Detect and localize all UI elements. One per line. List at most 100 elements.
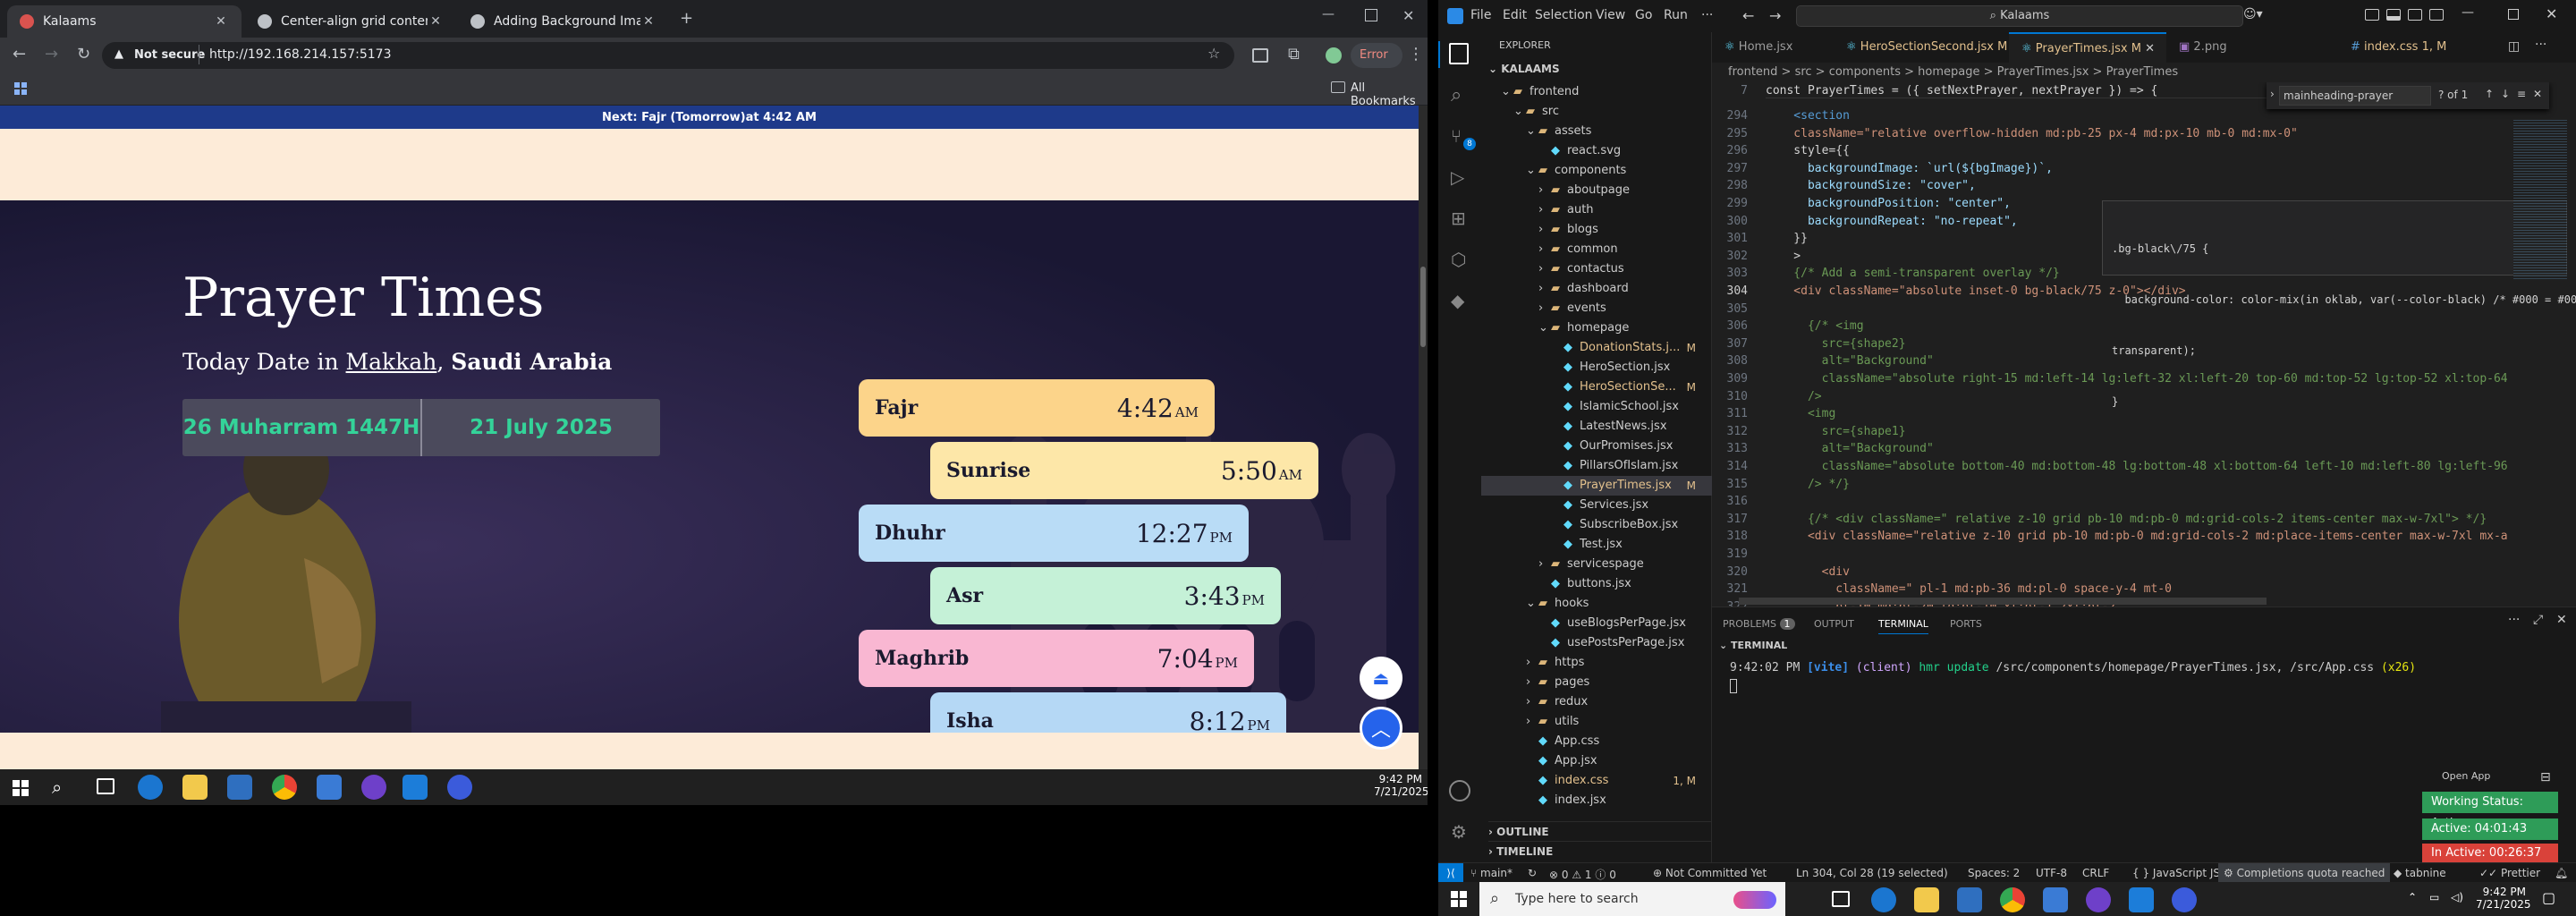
notifications-icon[interactable]: 🔔︎: [2555, 867, 2568, 879]
task-view-icon[interactable]: [1832, 891, 1850, 907]
customize-layout-icon[interactable]: [2429, 9, 2444, 21]
task-view-icon[interactable]: [97, 778, 114, 794]
sync-icon[interactable]: ↻: [1528, 867, 1537, 879]
tree-file[interactable]: ◆ Services.jsx: [1481, 496, 1712, 515]
url-text[interactable]: http://192.168.214.157:5173: [209, 47, 391, 62]
remote-explorer-icon[interactable]: ⬡: [1451, 249, 1466, 270]
find-menu-icon[interactable]: ≡: [2517, 88, 2526, 100]
close-find-icon[interactable]: ✕: [2533, 88, 2542, 100]
taskbar-clock[interactable]: 9:42 PM 7/21/2025: [2476, 886, 2531, 911]
new-tab-icon[interactable]: +: [680, 9, 693, 28]
tree-folder[interactable]: › ▰ auth: [1481, 200, 1712, 220]
code-line[interactable]: alt="Background": [1766, 442, 1934, 455]
tree-file[interactable]: ◆ index.jsx: [1481, 791, 1712, 810]
minimize-window-icon[interactable]: —: [1322, 7, 1335, 21]
editor-tab-herosection[interactable]: ⚛ HeroSectionSecond.jsx M: [1834, 32, 2009, 63]
toggle-panel-icon[interactable]: [2386, 9, 2401, 21]
volume-icon[interactable]: ◁): [2451, 891, 2463, 903]
code-line[interactable]: {/* Add a semi-transparent overlay */}: [1766, 267, 2059, 280]
tree-file[interactable]: ◆ PrayerTimes.jsx M: [1481, 476, 1712, 496]
edge-icon[interactable]: [1871, 887, 1896, 912]
code-editor[interactable]: 7 const PrayerTimes = ({ setNextPrayer, …: [1712, 82, 2576, 606]
terminal-header[interactable]: ⌄ TERMINAL: [1712, 640, 2576, 656]
code-line[interactable]: >: [1766, 250, 1801, 263]
remote-indicator-icon[interactable]: ⟩⟨: [1438, 863, 1463, 883]
file-explorer-icon[interactable]: [1914, 887, 1939, 912]
terminal-sidebar-icon[interactable]: ⊟: [2540, 770, 2551, 785]
code-line[interactable]: <div: [1766, 565, 1850, 579]
tray-chevron-icon[interactable]: ⌃: [2408, 891, 2417, 903]
search-icon[interactable]: ⌕: [52, 776, 62, 798]
editor-tab-png[interactable]: ▣ 2.png: [2166, 32, 2265, 63]
tree-folder[interactable]: › ▰ aboutpage: [1481, 181, 1712, 200]
apps-grid-icon[interactable]: [14, 82, 29, 95]
extensions-icon[interactable]: ⊞: [1451, 208, 1466, 229]
indentation-status[interactable]: Spaces: 2: [1968, 867, 2020, 879]
code-line[interactable]: className="relative overflow-hidden md:p…: [1766, 127, 2298, 140]
code-line[interactable]: {/* <img: [1766, 319, 1864, 333]
menu-edit[interactable]: Edit: [1503, 8, 1527, 22]
back-icon[interactable]: ←: [13, 45, 26, 64]
command-center-search[interactable]: ⌕ Kalaams: [1796, 5, 2243, 27]
cast-icon[interactable]: [1252, 48, 1268, 63]
tree-folder[interactable]: ⌄ ▰ components: [1481, 161, 1712, 181]
problems-status[interactable]: ⊗ 0 ⚠ 1 ⓘ 0: [1549, 867, 1616, 882]
tree-folder[interactable]: › ▰ common: [1481, 240, 1712, 259]
panel-more-icon[interactable]: ···: [2508, 613, 2520, 627]
tree-file[interactable]: ◆ usePostsPerPage.jsx: [1481, 633, 1712, 653]
bookmark-star-icon[interactable]: ☆: [1208, 45, 1220, 62]
search-icon[interactable]: ⌕: [1451, 84, 1462, 106]
find-input[interactable]: mainheading-prayer: [2279, 86, 2431, 106]
tree-folder[interactable]: › ▰ utils: [1481, 712, 1712, 732]
tree-file[interactable]: ◆ react.svg: [1481, 141, 1712, 161]
browser-tab-center-align[interactable]: Center-align grid content ✕: [245, 5, 456, 38]
eol-status[interactable]: CRLF: [2082, 867, 2109, 879]
zoom-icon[interactable]: [2172, 887, 2197, 912]
menu-go[interactable]: Go: [1635, 8, 1652, 22]
network-icon[interactable]: ▭: [2429, 891, 2439, 903]
tree-file[interactable]: ◆ IslamicSchool.jsx: [1481, 397, 1712, 417]
code-line[interactable]: alt="Background": [1766, 354, 1934, 368]
outline-section[interactable]: › OUTLINE: [1488, 821, 1712, 838]
tabnine-icon[interactable]: ◆: [1451, 290, 1464, 311]
scroll-top-button[interactable]: ⏏: [1360, 657, 1402, 700]
tree-folder[interactable]: ⌄ ▰ frontend: [1481, 82, 1712, 102]
profile-avatar[interactable]: [1326, 47, 1342, 64]
language-status[interactable]: { } JavaScript JSX: [2132, 867, 2227, 879]
close-icon[interactable]: ✕: [2546, 5, 2557, 22]
app-icon[interactable]: [2043, 887, 2068, 912]
taskbar-search-box[interactable]: ⌕ Type here to search: [1479, 882, 1785, 916]
menu-run[interactable]: Run: [1664, 8, 1688, 22]
source-control-icon[interactable]: ⑂: [1451, 125, 1462, 147]
tree-file[interactable]: ◆ PillarsOfIslam.jsx: [1481, 456, 1712, 476]
all-bookmarks-link[interactable]: All Bookmarks: [1351, 81, 1428, 108]
zoom-icon[interactable]: [447, 775, 472, 800]
code-line[interactable]: backgroundSize: "cover",: [1766, 179, 1976, 192]
tree-folder[interactable]: ⌄ ▰ src: [1481, 102, 1712, 122]
git-blame-status[interactable]: ⊕ Not Committed Yet: [1653, 867, 1767, 879]
encoding-status[interactable]: UTF-8: [2036, 867, 2067, 879]
maximize-panel-icon[interactable]: ⤢: [2533, 613, 2543, 627]
sticky-scroll-line[interactable]: const PrayerTimes = ({ setNextPrayer, ne…: [1766, 84, 2267, 98]
browser-tab-kalaams[interactable]: Kalaams ✕: [7, 5, 242, 38]
restore-icon[interactable]: [2508, 9, 2519, 20]
menu-more[interactable]: ···: [1701, 8, 1713, 22]
code-line[interactable]: backgroundPosition: "center",: [1766, 197, 2011, 210]
tree-file[interactable]: ◆ SubscribeBox.jsx: [1481, 515, 1712, 535]
tree-folder[interactable]: › ▰ servicespage: [1481, 555, 1712, 574]
minimize-icon[interactable]: —: [2462, 5, 2474, 20]
tree-file[interactable]: ◆ LatestNews.jsx: [1481, 417, 1712, 437]
tree-folder[interactable]: › ▰ pages: [1481, 673, 1712, 692]
minimap[interactable]: [2513, 118, 2567, 279]
menu-file[interactable]: File: [1470, 8, 1491, 22]
vscode-icon[interactable]: [2129, 887, 2154, 912]
store-icon[interactable]: [1957, 887, 1982, 912]
tree-folder[interactable]: ⌄ ▰ hooks: [1481, 594, 1712, 614]
close-tab-icon[interactable]: ✕: [428, 14, 444, 29]
code-line[interactable]: <img: [1766, 407, 1835, 420]
edge-icon[interactable]: [138, 775, 163, 800]
code-line[interactable]: }}: [1766, 232, 1808, 245]
copilot-icon[interactable]: ☺▾: [2243, 7, 2263, 21]
workspace-header[interactable]: ⌄ KALAAMS: [1488, 63, 1560, 75]
tree-file[interactable]: ◆ HeroSectionSe... M: [1481, 377, 1712, 397]
